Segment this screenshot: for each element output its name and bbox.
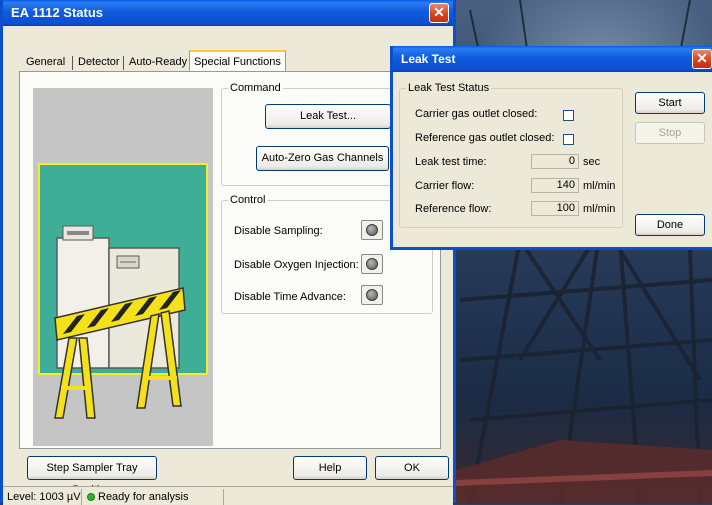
- tab-special-functions[interactable]: Special Functions: [189, 50, 286, 72]
- disable-sampling-label: Disable Sampling:: [234, 225, 323, 237]
- instrument-illustration: [33, 88, 213, 446]
- tab-auto-ready[interactable]: Auto-Ready: [126, 54, 190, 72]
- leak-close-button[interactable]: ✕: [692, 49, 712, 69]
- carrier-outlet-label: Carrier gas outlet closed:: [415, 108, 538, 120]
- leak-titlebar[interactable]: Leak Test: [393, 46, 712, 72]
- ea-status-window: EA 1112 Status ✕ General Detector Auto-R…: [0, 0, 456, 505]
- instrument-under-construction-icon: [38, 163, 208, 419]
- ready-status: Ready for analysis: [87, 489, 189, 505]
- statusbar-divider: [223, 489, 224, 505]
- carrier-flow-unit: ml/min: [583, 180, 616, 192]
- disable-time-advance-toggle[interactable]: [361, 285, 383, 305]
- signal-level-text: Level: 1003 µV: [7, 491, 81, 503]
- leak-time-label: Leak test time:: [415, 156, 487, 168]
- command-group-label: Command: [228, 82, 283, 95]
- disable-oxygen-injection-toggle[interactable]: [361, 254, 383, 274]
- reference-outlet-label: Reference gas outlet closed:: [415, 132, 555, 144]
- carrier-flow-value: 140: [531, 178, 579, 193]
- leak-test-status-label: Leak Test Status: [406, 82, 492, 95]
- help-button[interactable]: Help: [293, 456, 367, 480]
- done-button[interactable]: Done: [635, 214, 705, 236]
- tab-detector[interactable]: Detector: [75, 54, 123, 72]
- control-group-label: Control: [228, 194, 268, 207]
- reference-flow-value: 100: [531, 201, 579, 216]
- disable-sampling-toggle[interactable]: [361, 220, 383, 240]
- main-titlebar[interactable]: EA 1112 Status: [3, 0, 453, 26]
- indicator-light-icon: [366, 289, 378, 301]
- leak-test-dialog: Leak Test ✕ Leak Test Status Carrier gas…: [390, 46, 712, 250]
- carrier-flow-label: Carrier flow:: [415, 180, 475, 192]
- step-sampler-tray-button[interactable]: Step Sampler Tray Position: [27, 456, 157, 496]
- statusbar-divider: [81, 489, 82, 505]
- carrier-outlet-checkbox[interactable]: [563, 110, 574, 121]
- ready-status-text: Ready for analysis: [98, 491, 189, 503]
- ok-button[interactable]: OK: [375, 456, 449, 480]
- reference-outlet-checkbox[interactable]: [563, 134, 574, 145]
- tab-general[interactable]: General: [23, 54, 68, 72]
- status-bar: Level: 1003 µV Ready for analysis: [3, 486, 453, 505]
- leak-test-button[interactable]: Leak Test...: [265, 104, 391, 129]
- status-dot-icon: [87, 493, 95, 501]
- leak-dialog-title: Leak Test: [401, 52, 456, 66]
- leak-time-unit: sec: [583, 156, 601, 168]
- disable-oxygen-injection-label: Disable Oxygen Injection:: [234, 259, 359, 271]
- indicator-light-icon: [366, 224, 378, 236]
- start-button[interactable]: Start: [635, 92, 705, 114]
- leak-time-value: 0: [531, 154, 579, 169]
- disable-time-advance-label: Disable Time Advance:: [234, 291, 346, 303]
- main-close-button[interactable]: ✕: [429, 3, 449, 23]
- reference-flow-label: Reference flow:: [415, 203, 492, 215]
- auto-zero-gas-channels-button[interactable]: Auto-Zero Gas Channels: [256, 146, 389, 171]
- main-window-title: EA 1112 Status: [11, 5, 104, 20]
- tab-divider: [123, 56, 124, 70]
- reference-flow-unit: ml/min: [583, 203, 616, 215]
- indicator-light-icon: [366, 258, 378, 270]
- stop-button: Stop: [635, 122, 705, 144]
- tab-divider: [72, 56, 73, 70]
